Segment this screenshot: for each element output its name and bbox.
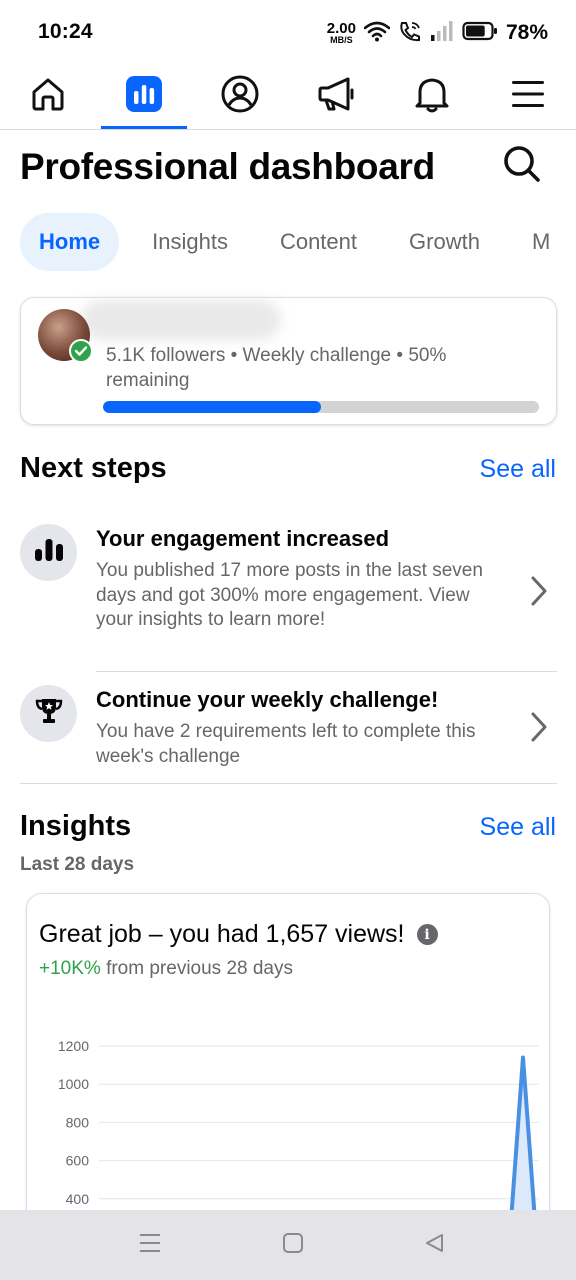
insights-change: +10K% from previous 28 days [39, 958, 293, 980]
signal-icon [430, 20, 454, 47]
search-icon [502, 144, 542, 189]
chevron-right-icon [531, 712, 547, 747]
battery-percent: 78% [505, 21, 548, 44]
divider [96, 671, 557, 672]
net-speed-unit: MB/S [330, 35, 353, 45]
profile-meta: 5.1K followers • Weekly challenge • 50% … [106, 345, 447, 391]
bar-chart-icon [34, 538, 64, 567]
page-title: Professional dashboard [20, 146, 435, 187]
android-nav-bar [0, 1210, 576, 1280]
chevron-right-icon [531, 576, 547, 611]
recents-button[interactable] [137, 1232, 163, 1258]
insights-card-header: Great job – you had 1,657 views! i [39, 920, 438, 949]
nav-ads[interactable] [293, 64, 379, 129]
net-speed-value: 2.00 [326, 20, 356, 37]
tab-bar: Home Insights Content Growth M [20, 213, 576, 271]
insights-title: Insights [20, 810, 132, 842]
y-tick-label: 1000 [58, 1076, 89, 1092]
tab-content[interactable]: Content [261, 213, 376, 271]
tab-growth[interactable]: Growth [390, 213, 499, 271]
nav-dashboard[interactable] [101, 64, 187, 129]
recents-icon [139, 1232, 161, 1259]
step-weekly-challenge[interactable]: Continue your weekly challenge! You have… [20, 685, 557, 775]
search-button[interactable] [500, 144, 544, 188]
back-button[interactable] [421, 1232, 447, 1258]
nav-home[interactable] [5, 64, 91, 129]
status-icons: 2.00 MB/S 78% [327, 20, 548, 46]
megaphone-icon [316, 75, 356, 118]
tab-home[interactable]: Home [20, 213, 120, 271]
challenge-progress [103, 401, 539, 413]
check-circle-icon [69, 339, 93, 363]
step-icon-bg [20, 524, 77, 581]
y-tick-label: 800 [66, 1114, 90, 1130]
wifi-call-icon [398, 20, 422, 47]
divider [20, 783, 557, 784]
home-icon [29, 76, 67, 117]
step-title: Your engagement increased [96, 526, 390, 551]
bell-icon [413, 74, 451, 119]
back-icon [423, 1232, 445, 1259]
tab-more[interactable]: M [513, 213, 569, 271]
step-body: You have 2 requirements left to complete… [96, 721, 476, 767]
net-speed: 2.00 MB/S [327, 21, 356, 45]
step-title: Continue your weekly challenge! [96, 687, 439, 712]
challenge-progress-fill [103, 401, 321, 413]
tab-insights[interactable]: Insights [133, 213, 247, 271]
y-tick-label: 600 [66, 1153, 90, 1169]
trophy-icon [34, 697, 64, 730]
nav-menu[interactable] [485, 64, 571, 129]
step-icon-bg [20, 685, 77, 742]
y-tick-label: 1200 [58, 1038, 89, 1054]
change-value: +10K% [39, 958, 101, 979]
status-bar: 10:24 2.00 MB/S 78% [0, 0, 576, 64]
insights-card-title: Great job – you had 1,657 views! [39, 920, 405, 948]
wifi-icon [363, 20, 391, 47]
profile-icon [220, 74, 260, 119]
step-engagement[interactable]: Your engagement increased You published … [20, 524, 557, 664]
next-steps-title: Next steps [20, 452, 167, 484]
insights-see-all[interactable]: See all [480, 813, 556, 842]
android-home-button[interactable] [280, 1232, 306, 1258]
y-tick-label: 400 [66, 1191, 90, 1207]
step-body: You published 17 more posts in the last … [96, 560, 483, 630]
menu-icon [510, 79, 546, 114]
status-time: 10:24 [38, 20, 93, 43]
home-square-icon [282, 1232, 304, 1259]
insights-card[interactable]: Great job – you had 1,657 views! i +10K%… [26, 893, 550, 1253]
top-nav [0, 64, 576, 130]
next-steps-see-all[interactable]: See all [480, 455, 556, 484]
nav-notifications[interactable] [389, 64, 475, 129]
battery-icon [462, 20, 498, 47]
info-icon[interactable]: i [416, 924, 438, 945]
insights-period: Last 28 days [20, 854, 135, 875]
redacted-name [81, 300, 281, 340]
bar-chart-icon [125, 75, 163, 118]
profile-card[interactable]: 5.1K followers • Weekly challenge • 50% … [20, 297, 557, 425]
change-suffix: from previous 28 days [100, 958, 293, 979]
nav-profile[interactable] [197, 64, 283, 129]
